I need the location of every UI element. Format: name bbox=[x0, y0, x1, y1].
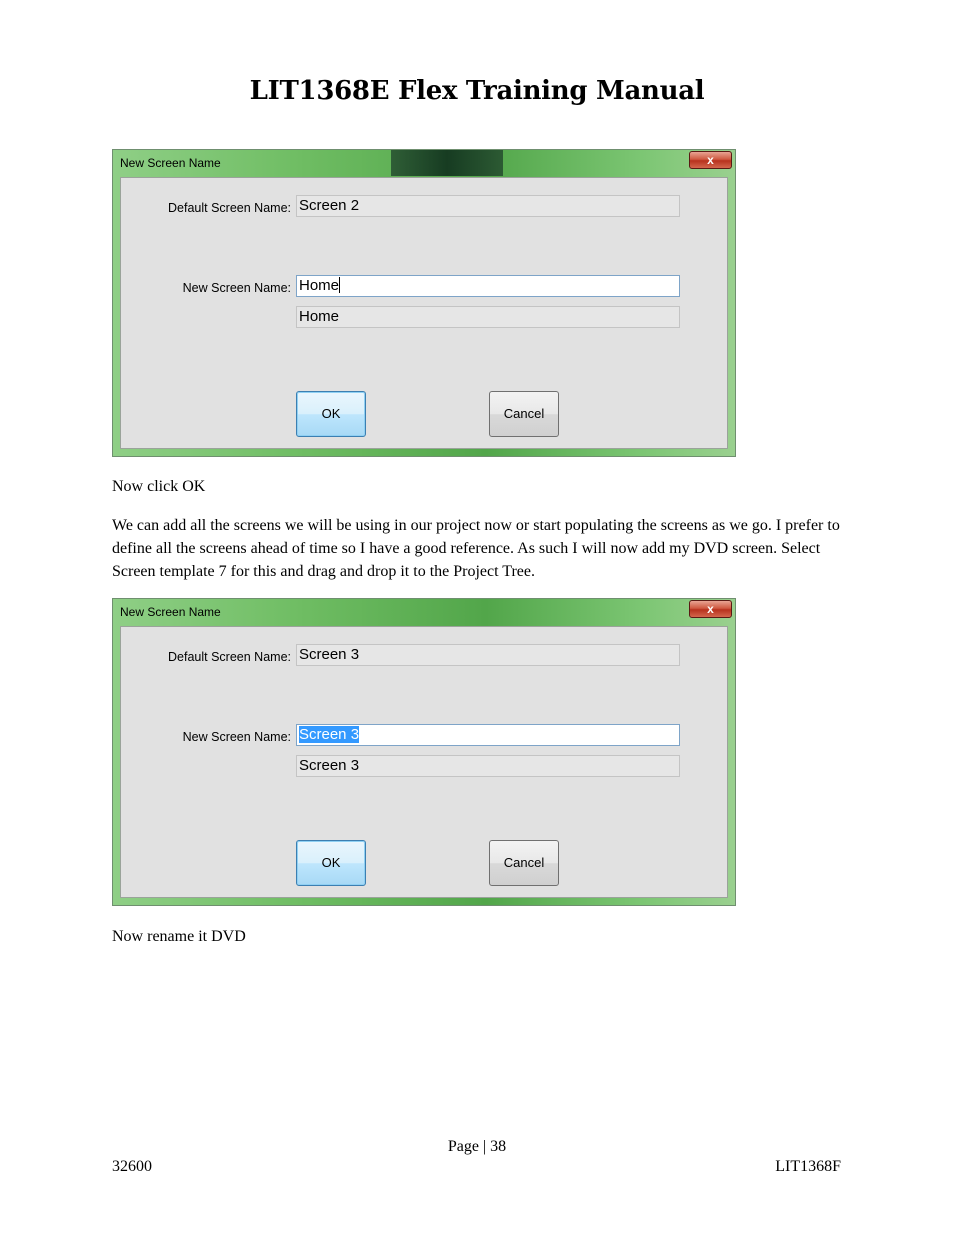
default-screen-name-label: Default Screen Name: bbox=[168, 201, 291, 215]
ok-button[interactable]: OK bbox=[296, 840, 366, 886]
new-screen-name-input[interactable]: Screen 3 bbox=[296, 724, 680, 746]
dialog-title: New Screen Name bbox=[120, 605, 221, 619]
close-icon[interactable]: x bbox=[689, 600, 732, 618]
dialog-titlebar: New Screen Name x bbox=[113, 599, 735, 625]
instruction-paragraph: We can add all the screens we will be us… bbox=[112, 517, 840, 580]
default-screen-name-field: Screen 2 bbox=[296, 195, 680, 217]
default-screen-name-label: Default Screen Name: bbox=[168, 650, 291, 664]
selected-text: Screen 3 bbox=[299, 726, 360, 743]
new-screen-name-input-text: Home bbox=[299, 277, 340, 294]
footer-right-code: LIT1368F bbox=[775, 1158, 841, 1175]
cancel-button[interactable]: Cancel bbox=[489, 840, 559, 886]
instruction-rename-dvd: Now rename it DVD bbox=[112, 928, 246, 945]
new-screen-name-input[interactable]: Home bbox=[296, 275, 680, 297]
page-title: LIT1368E Flex Training Manual bbox=[249, 76, 705, 106]
page-number: Page | 38 bbox=[447, 1138, 507, 1155]
new-screen-name-label: New Screen Name: bbox=[182, 281, 291, 295]
ok-button[interactable]: OK bbox=[296, 391, 366, 437]
dialog-title: New Screen Name bbox=[120, 156, 221, 170]
new-screen-name-label: New Screen Name: bbox=[182, 730, 291, 744]
cancel-button[interactable]: Cancel bbox=[489, 391, 559, 437]
dialog-titlebar: New Screen Name x bbox=[113, 150, 735, 176]
dialog-client-area: Default Screen Name: Screen 3 New Screen… bbox=[120, 626, 728, 898]
new-screen-name-preview: Screen 3 bbox=[296, 755, 680, 777]
instruction-click-ok: Now click OK bbox=[112, 478, 206, 495]
dialog-client-area: Default Screen Name: Screen 2 New Screen… bbox=[120, 177, 728, 449]
close-icon[interactable]: x bbox=[689, 151, 732, 169]
new-screen-name-preview: Home bbox=[296, 306, 680, 328]
titlebar-background-band bbox=[391, 150, 503, 176]
default-screen-name-field: Screen 3 bbox=[296, 644, 680, 666]
footer-left-code: 32600 bbox=[112, 1158, 152, 1175]
new-screen-name-dialog-1: New Screen Name x Default Screen Name: S… bbox=[112, 149, 736, 457]
new-screen-name-dialog-2: New Screen Name x Default Screen Name: S… bbox=[112, 598, 736, 906]
text-caret bbox=[339, 277, 341, 293]
